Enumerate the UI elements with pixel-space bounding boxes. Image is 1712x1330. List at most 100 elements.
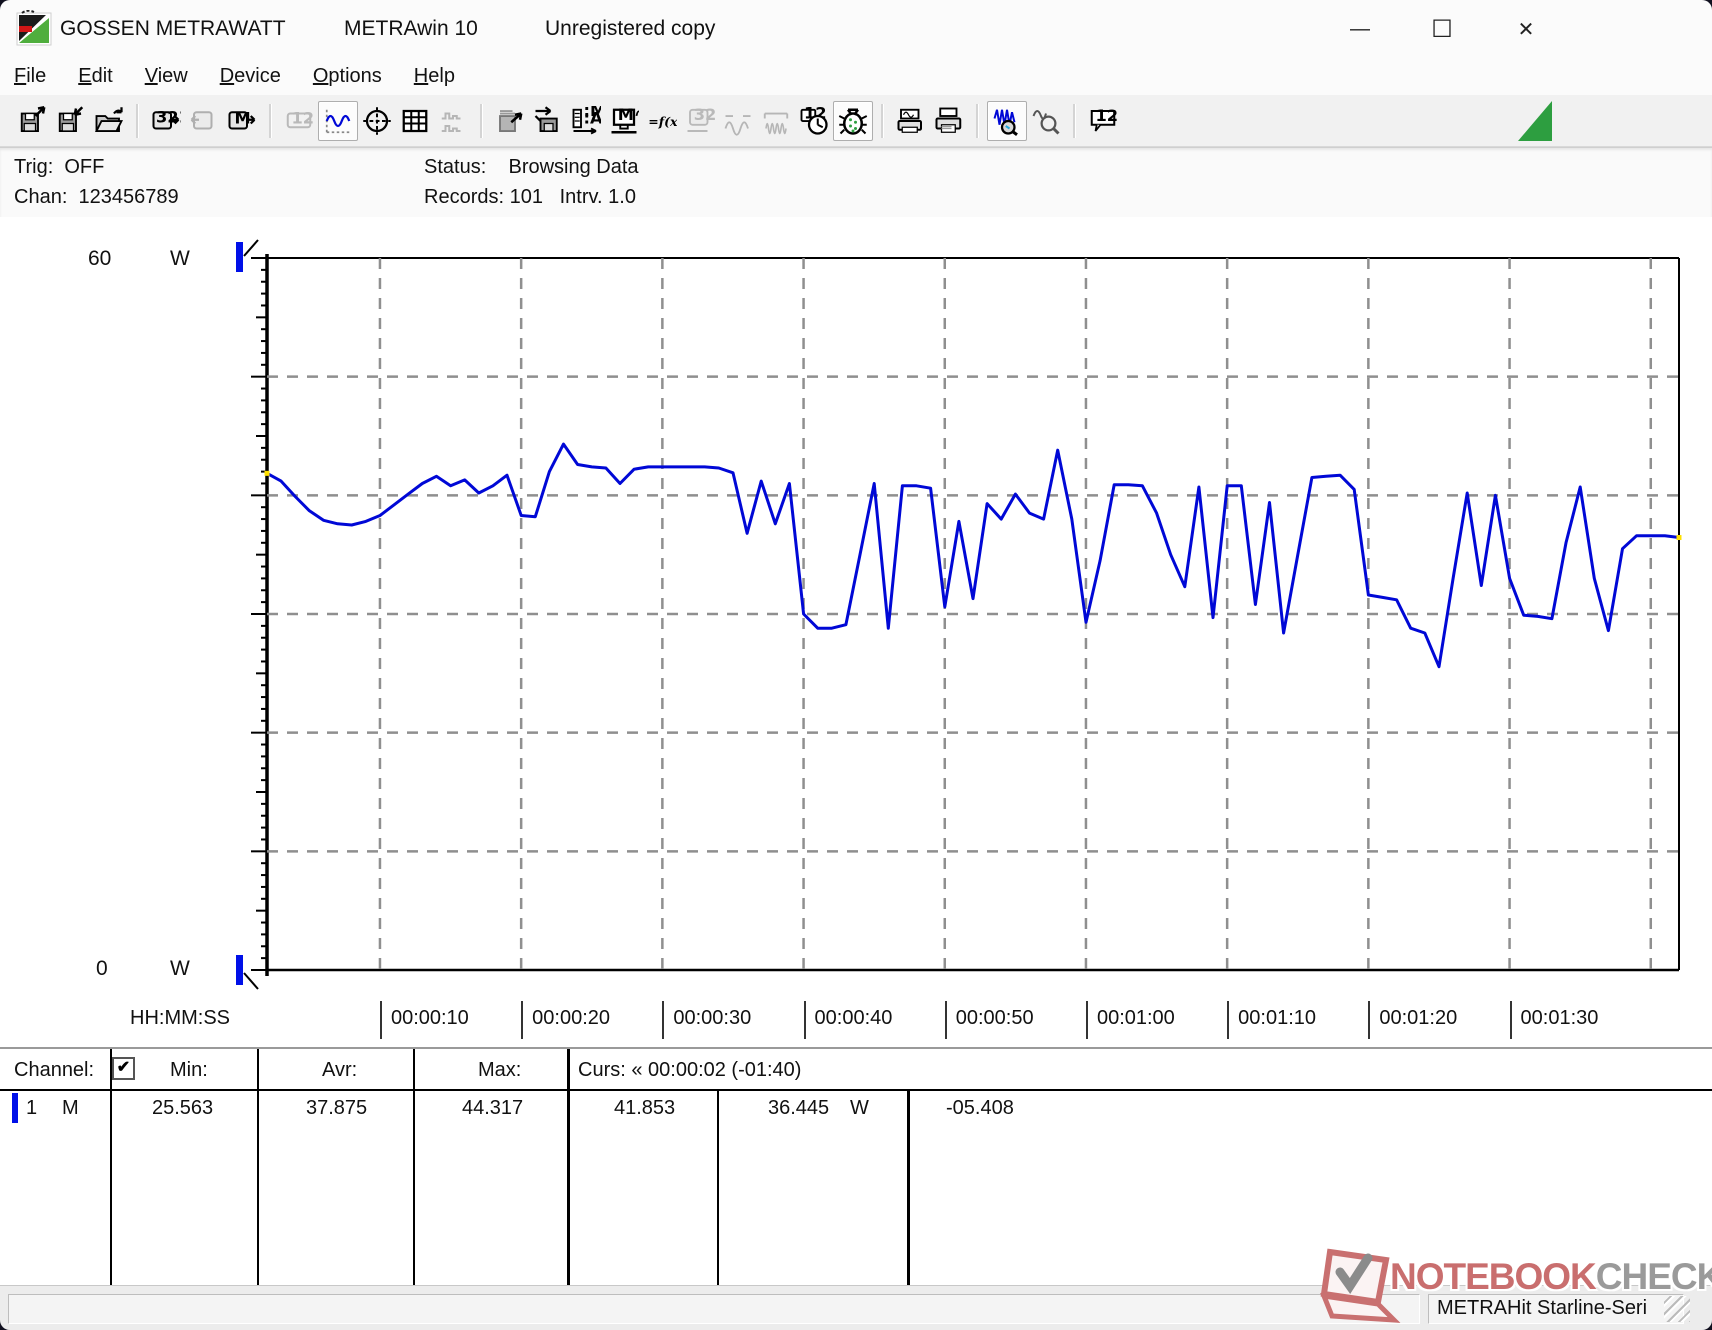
avr-value: 37.875: [306, 1097, 367, 1120]
time-tick-label: 00:01:00: [1086, 1001, 1175, 1039]
analog-waves-icon[interactable]: [719, 102, 757, 140]
timer-icon[interactable]: 12: [795, 102, 833, 140]
title-bar: GOSSEN METRAWATT METRAwin 10 Unregistere…: [0, 0, 1712, 58]
svg-text:321: 321: [156, 107, 181, 126]
zoom-in-wave-icon[interactable]: [987, 101, 1027, 141]
menu-help[interactable]: Help: [398, 65, 471, 88]
scope-crosshair-icon[interactable]: [358, 102, 396, 140]
time-tick-label: 00:00:50: [945, 1001, 1034, 1039]
trig-status: Trig: OFF: [14, 156, 104, 179]
min-value: 25.563: [152, 1097, 213, 1120]
maximize-button[interactable]: ☐: [1412, 10, 1472, 48]
annotation-icon[interactable]: 123!: [1084, 102, 1122, 140]
zoom-out-wave-icon[interactable]: [1027, 102, 1065, 140]
device-321-offline-icon[interactable]: 321: [681, 102, 719, 140]
time-axis-labels: HH:MM:SS 00:00:10 00:00:20 00:00:30 00:00:4…: [0, 995, 1712, 1041]
y-unit-top-label: W: [170, 247, 190, 271]
max-value: 44.317: [462, 1097, 523, 1120]
time-tick-label: 00:00:40: [804, 1001, 893, 1039]
svg-text::A:: :A:: [584, 108, 602, 127]
minimize-button[interactable]: —: [1330, 10, 1390, 48]
time-tick-label: 00:00:10: [380, 1001, 469, 1039]
menu-file[interactable]: File: [0, 65, 62, 88]
toolbar-separator: [269, 104, 272, 138]
close-button[interactable]: ✕: [1496, 10, 1556, 48]
chart-area[interactable]: 60 W 0 W HH:MM:SS 00:00:10 00:00:20 00:00:…: [0, 217, 1712, 1047]
channel-table: Channel: ✔ Min: Avr: Max: Curs: « 00:00:…: [0, 1047, 1712, 1287]
line-chart-icon[interactable]: [318, 101, 358, 141]
cursor-a-value: 41.853: [614, 1097, 675, 1120]
toolbar-separator: [136, 104, 139, 138]
time-tick-label: 00:01:20: [1368, 1001, 1457, 1039]
menu-device[interactable]: Device: [204, 65, 297, 88]
status-message-area: [8, 1294, 1420, 1324]
coil-icon[interactable]: [757, 102, 795, 140]
time-tick-label: 00:01:10: [1227, 1001, 1316, 1039]
toolbar-separator: [976, 104, 979, 138]
save-as-icon[interactable]: [52, 102, 90, 140]
svg-text:M∿: M∿: [618, 106, 639, 124]
cursor-b-value: 36.445: [768, 1097, 829, 1120]
print-icon[interactable]: [930, 102, 968, 140]
export-data-icon[interactable]: [491, 102, 529, 140]
y-unit-bottom-label: W: [170, 957, 190, 981]
gossen-metrawatt-logo-icon: [16, 10, 54, 48]
import-setup-icon[interactable]: [529, 102, 567, 140]
menu-options[interactable]: Options: [297, 65, 398, 88]
read-device-321-icon[interactable]: 321: [147, 102, 185, 140]
col-channel: Channel:: [14, 1059, 94, 1082]
svg-text:=f(x): =f(x): [648, 114, 677, 129]
time-tick-label: 00:01:30: [1510, 1001, 1599, 1039]
delta-value: -05.408: [946, 1097, 1014, 1120]
browse-status: Status: Browsing Data: [424, 156, 639, 179]
menu-bar: File Edit View Device Options Help: [0, 58, 1712, 96]
col-max: Max:: [478, 1059, 521, 1082]
record-count: Records: 101 Intrv. 1.0: [424, 186, 636, 209]
channel-number: 1: [26, 1097, 37, 1120]
write-device-321-icon[interactable]: [185, 102, 223, 140]
formula-icon[interactable]: =f(x): [643, 102, 681, 140]
channel-list: Chan: 123456789: [14, 186, 179, 209]
svg-text:321: 321: [694, 106, 715, 124]
display-values-icon[interactable]: 1257: [280, 102, 318, 140]
toolbar-separator: [1073, 104, 1076, 138]
brand-name: GOSSEN METRAWATT: [60, 17, 286, 41]
info-panel: Trig: OFF Chan: 123456789 Status: Browsi…: [0, 147, 1712, 218]
svg-text:M: M: [235, 108, 251, 127]
menu-view[interactable]: View: [129, 65, 204, 88]
col-avr: Avr:: [322, 1059, 357, 1082]
channel-setup-icon[interactable]: :M::A:: [567, 102, 605, 140]
toolbar-separator: [881, 104, 884, 138]
app-window: GOSSEN METRAWATT METRAwin 10 Unregistere…: [0, 0, 1712, 1330]
time-tick-label: 00:00:20: [521, 1001, 610, 1039]
channel-mode: M: [62, 1097, 79, 1120]
table-view-icon[interactable]: [396, 102, 434, 140]
channel-checkbox[interactable]: ✔: [112, 1057, 135, 1080]
save-file-icon[interactable]: [14, 102, 52, 140]
svg-text:1257: 1257: [292, 108, 315, 127]
resize-grip[interactable]: [1664, 1296, 1690, 1322]
resize-corner-icon: [1518, 101, 1552, 141]
menu-edit[interactable]: Edit: [62, 65, 128, 88]
monitor-online-icon[interactable]: M∿: [605, 102, 643, 140]
toolbar-separator: [480, 104, 483, 138]
col-min: Min:: [170, 1059, 208, 1082]
open-folder-icon[interactable]: [90, 102, 128, 140]
license-status: Unregistered copy: [545, 17, 715, 41]
y-min-label: 0: [96, 957, 108, 981]
svg-text:123!: 123!: [1096, 106, 1119, 125]
read-memory-icon[interactable]: M: [223, 102, 261, 140]
histogram-icon[interactable]: [434, 102, 472, 140]
debug-bug-icon[interactable]: [833, 101, 873, 141]
app-title: METRAwin 10: [344, 17, 478, 41]
cursor-b-unit: W: [850, 1097, 869, 1120]
toolbar: 321 M 1257 :M::A: M∿ =f(x) 321 12 123!: [0, 95, 1712, 147]
col-cursor: Curs: « 00:00:02 (-01:40): [578, 1059, 801, 1082]
channel-color-marker: [12, 1093, 18, 1123]
time-format-label: HH:MM:SS: [130, 1007, 230, 1030]
connected-device: METRAHit Starline-Seri: [1428, 1294, 1684, 1324]
time-tick-label: 00:00:30: [662, 1001, 751, 1039]
power-trend-plot[interactable]: [0, 217, 1712, 1047]
print-preview-icon[interactable]: [892, 102, 930, 140]
y-max-label: 60: [88, 247, 111, 271]
